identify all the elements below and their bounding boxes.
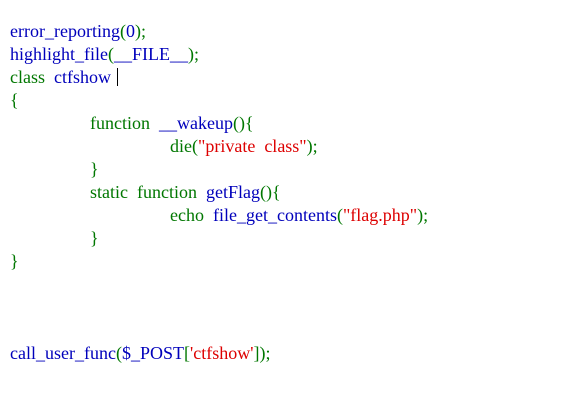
code-token-punc: (){ — [260, 182, 281, 202]
highlighted-source-code: error_reporting(0); highlight_file(__FILE… — [10, 20, 565, 365]
code-token-kw: function — [128, 182, 197, 202]
code-token-punc: } — [10, 251, 19, 271]
text-cursor — [117, 68, 118, 86]
code-token-str: "flag.php" — [342, 205, 418, 225]
code-token-fn: 0 — [125, 21, 135, 41]
code-token-punc: ); — [188, 44, 199, 64]
code-token-punc: } — [90, 228, 99, 248]
code-line: call_user_func($_POST['ctfshow']); — [10, 342, 565, 365]
code-token-punc: ); — [417, 205, 429, 225]
code-token-fn: getFlag — [197, 182, 260, 202]
code-token-punc: ); — [306, 136, 318, 156]
code-line: error_reporting(0); — [10, 20, 565, 43]
code-token-fn: highlight_file — [10, 44, 108, 64]
code-token-fn: call_user_func — [10, 343, 116, 363]
code-token-kw: die — [170, 136, 192, 156]
code-token-fn: __FILE__ — [114, 44, 188, 64]
code-line: highlight_file(__FILE__); — [10, 43, 565, 66]
code-token-fn: __wakeup — [150, 113, 233, 133]
code-token-fn: ctfshow — [45, 67, 111, 87]
code-line: static function getFlag(){ — [10, 181, 565, 204]
code-line: die("private class"); — [10, 135, 565, 158]
code-line: { — [10, 89, 565, 112]
code-line: } — [10, 227, 565, 250]
code-token-fn: $_POST — [121, 343, 184, 363]
code-token-kw: echo — [170, 205, 204, 225]
code-line: } — [10, 250, 565, 273]
code-token-fn: error_reporting — [10, 21, 120, 41]
code-token-str: "private class" — [198, 136, 307, 156]
code-token-kw: class — [10, 67, 45, 87]
code-token-kw: function — [90, 113, 150, 133]
code-line: } — [10, 158, 565, 181]
code-token-str: 'ctfshow' — [189, 343, 254, 363]
code-token-punc: { — [10, 90, 19, 110]
code-line: function __wakeup(){ — [10, 112, 565, 135]
code-token-punc: ]); — [253, 343, 271, 363]
code-token-fn: file_get_contents — [203, 205, 337, 225]
code-token-punc: (){ — [232, 113, 254, 133]
code-line: echo file_get_contents("flag.php"); — [10, 204, 565, 227]
code-line: class ctfshow — [10, 66, 565, 89]
code-token-punc: ); — [134, 21, 146, 41]
code-token-kw: static — [90, 182, 128, 202]
code-token-punc: } — [90, 159, 99, 179]
